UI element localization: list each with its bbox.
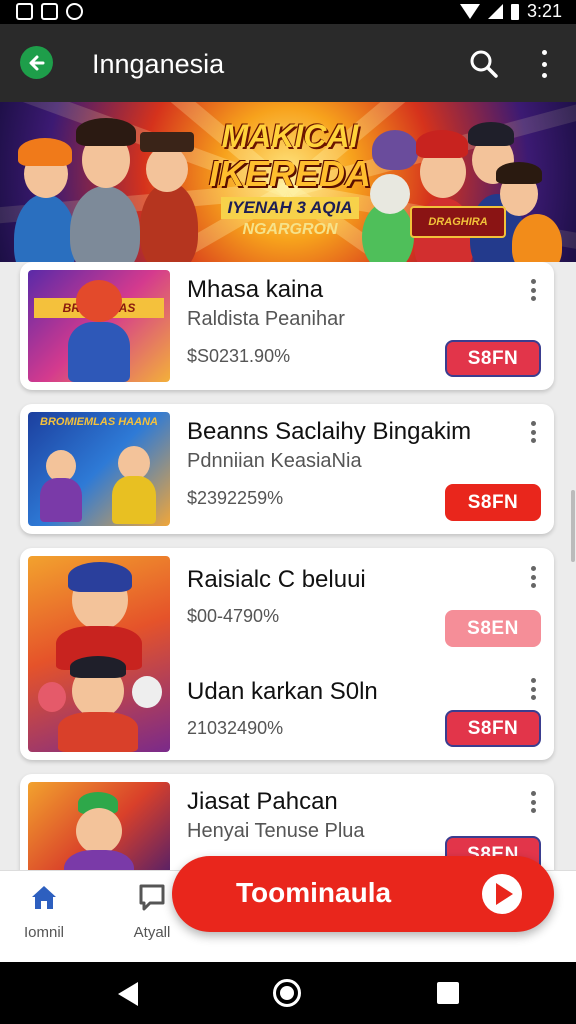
game-title: Udan karkan S0ln (187, 678, 378, 705)
app-bar: Innganesia (0, 24, 576, 102)
fab-label: Toominaula (236, 877, 392, 908)
home-icon (32, 886, 56, 909)
item-menu-button[interactable] (528, 566, 538, 588)
game-title: Mhasa kaina (187, 276, 324, 303)
game-thumbnail: BROKNINAS (28, 270, 170, 382)
game-thumbnail (28, 782, 170, 870)
game-title: Beanns Saclaihy Bingakim (187, 418, 472, 445)
signal-icon (487, 4, 503, 19)
play-icon (482, 874, 522, 914)
dot-icon (541, 61, 547, 67)
notification-icons (16, 3, 83, 20)
get-button[interactable]: S8FN (445, 710, 541, 747)
dot-icon (541, 50, 547, 55)
gallery-notification-icon (16, 3, 33, 20)
game-list[interactable]: BROKNINAS Mhasa kaina Raldista Peanihar … (0, 262, 576, 870)
list-item[interactable]: Raisialc C beluui $00-4790% S8EN Udan ka… (20, 548, 554, 760)
game-thumbnail: BROMIEMLAS HAANA (28, 412, 170, 526)
nav-label: Atyall (133, 924, 171, 941)
page-title: Innganesia (92, 49, 225, 79)
sync-notification-icon (66, 3, 83, 20)
game-title: Raisialc C beluui (187, 566, 366, 593)
more-options-button[interactable] (534, 50, 554, 78)
system-navigation-bar (0, 962, 576, 1024)
get-button[interactable]: S8FN (445, 340, 541, 377)
game-subtitle: Pdnniian KeasiaNia (187, 450, 362, 472)
search-icon (470, 50, 498, 78)
list-item[interactable]: BROKNINAS Mhasa kaina Raldista Peanihar … (20, 262, 554, 390)
system-back-icon[interactable] (118, 982, 138, 1006)
arrow-left-icon (29, 55, 44, 70)
item-menu-button[interactable] (528, 421, 538, 443)
wifi-icon (459, 4, 480, 19)
nav-label: Iomnil (23, 924, 64, 941)
dot-icon (541, 73, 547, 78)
game-price: $00-4790% (187, 606, 280, 626)
item-menu-button[interactable] (528, 678, 538, 700)
system-home-icon[interactable] (273, 979, 301, 1007)
list-item[interactable]: BROMIEMLAS HAANA Beanns Saclaihy Bingaki… (20, 404, 554, 534)
promo-banner[interactable]: MAKICAI IKEREDA IYENAH 3 AQIA NGARGRON D… (0, 102, 576, 262)
game-price: 21032490% (187, 718, 284, 738)
game-price: $2392259% (187, 488, 284, 508)
game-price: $S0231.90% (187, 346, 291, 366)
banner-title-line1: MAKICAI (221, 118, 359, 154)
battery-icon (510, 3, 519, 20)
chat-icon (139, 884, 165, 911)
banner-subtitle: IYENAH 3 AQIA (221, 197, 359, 219)
search-button[interactable] (468, 48, 500, 80)
game-subtitle: Raldista Peanihar (187, 308, 345, 330)
scrollbar[interactable] (571, 490, 575, 562)
nav-item-home[interactable]: Iomnil (6, 881, 82, 941)
game-thumbnail (28, 556, 170, 752)
back-button[interactable] (20, 46, 53, 79)
banner-badge: DRAGHIRA (410, 206, 506, 238)
game-title: Jiasat Pahcan (187, 788, 338, 815)
sim-notification-icon (41, 3, 58, 20)
system-recents-icon[interactable] (437, 982, 459, 1004)
status-time: 3:21 (526, 1, 562, 21)
item-menu-button[interactable] (528, 279, 538, 301)
get-button[interactable]: S8EN (445, 610, 541, 647)
play-fab-button[interactable]: Toominaula (172, 856, 554, 932)
banner-caption: NGARGRON (242, 221, 338, 238)
banner-title-line2: IKEREDA (208, 153, 372, 194)
item-menu-button[interactable] (528, 791, 538, 813)
get-button[interactable]: S8FN (445, 484, 541, 521)
status-bar: 3:21 (0, 0, 576, 24)
game-subtitle: Henyai Tenuse Plua (187, 820, 365, 842)
